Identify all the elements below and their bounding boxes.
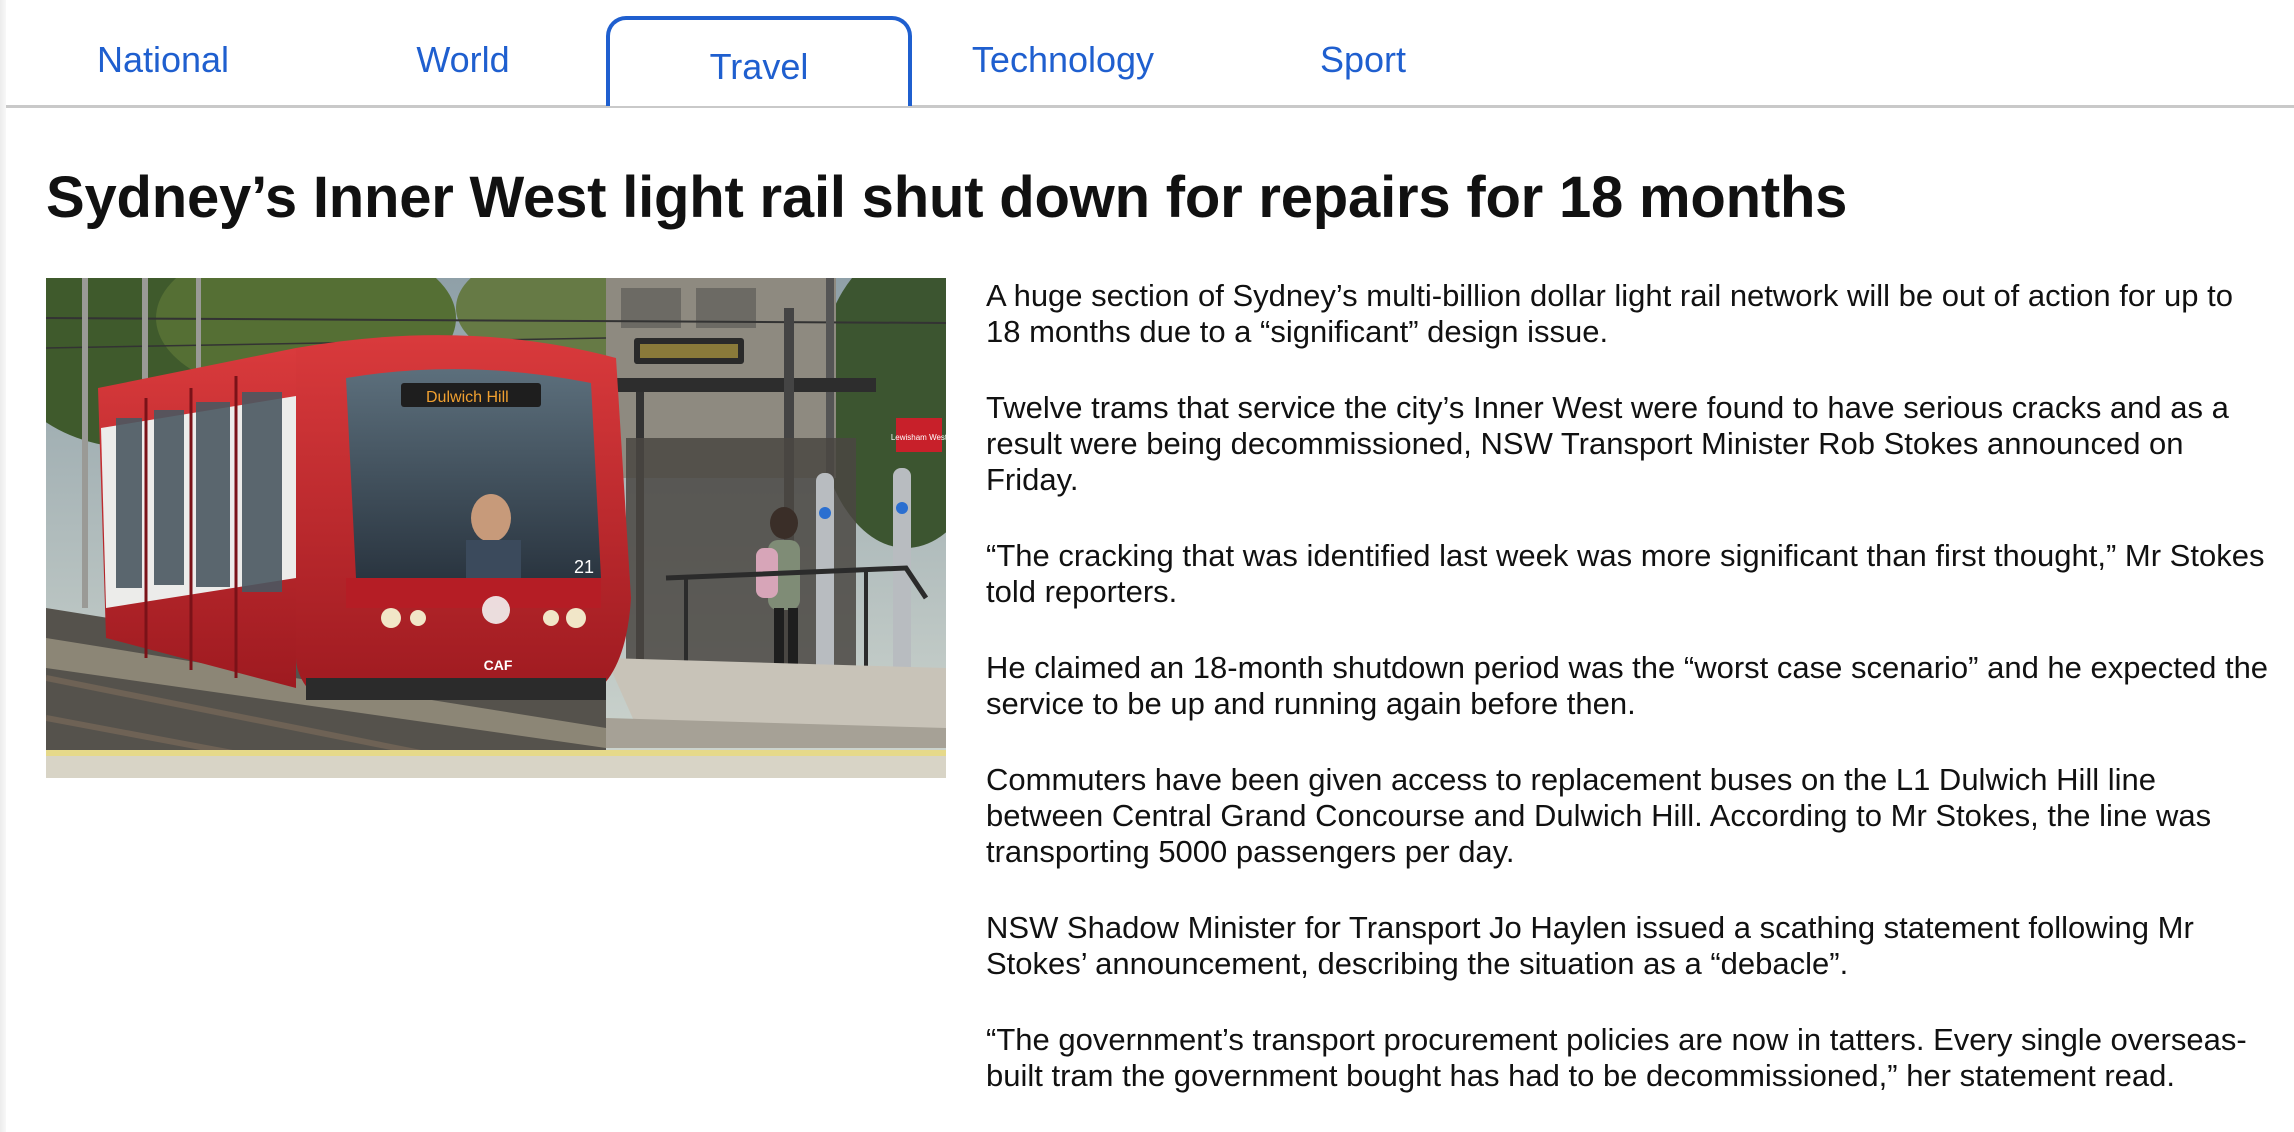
tab-label: National [96,39,230,80]
article-paragraph: NSW Shadow Minister for Transport Jo Hay… [986,910,2194,981]
maker-badge: CAF [484,657,513,673]
section-tab-bar: National World Travel Technology Sport [6,0,2294,108]
article-paragraph: Twelve trams that service the city’s Inn… [986,390,2229,497]
tab-technology[interactable]: Technology [910,16,1216,104]
article-paragraph: Commuters have been given access to repl… [986,762,2212,869]
tab-world[interactable]: World [310,16,616,104]
tab-label: World [416,39,510,80]
article-headline: Sydney’s Inner West light rail shut down… [46,165,1848,230]
tram-destination: Dulwich Hill [426,389,509,406]
article-body: A huge section of Sydney’s multi-billion… [986,278,2276,1132]
tab-sport[interactable]: Sport [1210,16,1516,104]
tab-travel[interactable]: Travel [606,16,912,106]
article-paragraph: “The cracking that was identified last w… [986,538,2265,609]
article-photo: Lewisham West Dulwich Hill 21 CAF [46,278,946,778]
tab-label: Technology [971,39,1155,80]
tram-number: 21 [574,557,594,577]
tab-label: Travel [709,46,809,87]
window-edge [0,0,6,1132]
tab-national[interactable]: National [10,16,316,104]
tab-label: Sport [1319,39,1407,80]
article-paragraph: “The government’s transport procurement … [986,1022,2247,1093]
article-paragraph: A huge section of Sydney’s multi-billion… [986,278,2233,349]
station-sign-text: Lewisham West [891,433,946,442]
article-paragraph: He claimed an 18-month shutdown period w… [986,650,2269,721]
tram-illustration: Lewisham West Dulwich Hill 21 CAF [46,278,946,778]
